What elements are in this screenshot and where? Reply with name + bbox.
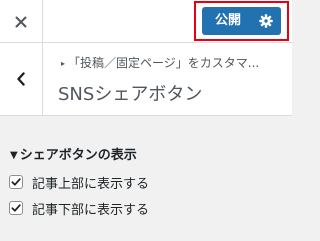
chevron-left-icon xyxy=(17,72,25,86)
back-button[interactable] xyxy=(0,43,43,115)
option-top-label: 記事上部に表示する xyxy=(32,176,150,192)
option-bottom[interactable]: 記事下部に表示する xyxy=(9,199,150,218)
breadcrumb-text: 「投稿／固定ページ」をカスタマ... xyxy=(68,56,260,70)
breadcrumb: ▸ 「投稿／固定ページ」をカスタマ... xyxy=(61,54,289,71)
group-title-text: シェアボタンの表示 xyxy=(19,148,137,163)
group-toggle[interactable]: ▼ シェアボタンの表示 xyxy=(10,144,137,163)
checkmark-icon xyxy=(11,178,21,186)
publish-button[interactable]: 公開 xyxy=(202,7,281,35)
gear-icon[interactable] xyxy=(259,14,273,28)
close-icon xyxy=(15,16,27,27)
section-title: SNSシェアボタン xyxy=(58,84,203,105)
publish-button-label: 公開 xyxy=(215,13,242,28)
option-bottom-label: 記事下部に表示する xyxy=(32,202,150,218)
section-header: ▸ 「投稿／固定ページ」をカスタマ... SNSシェアボタン xyxy=(0,43,292,116)
checkbox-bottom[interactable] xyxy=(9,201,23,215)
checkmark-icon xyxy=(11,204,21,212)
checkbox-top[interactable] xyxy=(9,175,23,189)
triangle-down-icon: ▼ xyxy=(10,150,18,161)
close-button[interactable] xyxy=(0,0,43,43)
option-top[interactable]: 記事上部に表示する xyxy=(9,173,150,192)
customizer-header: 公開 xyxy=(0,0,292,43)
breadcrumb-arrow-icon: ▸ xyxy=(61,59,66,68)
